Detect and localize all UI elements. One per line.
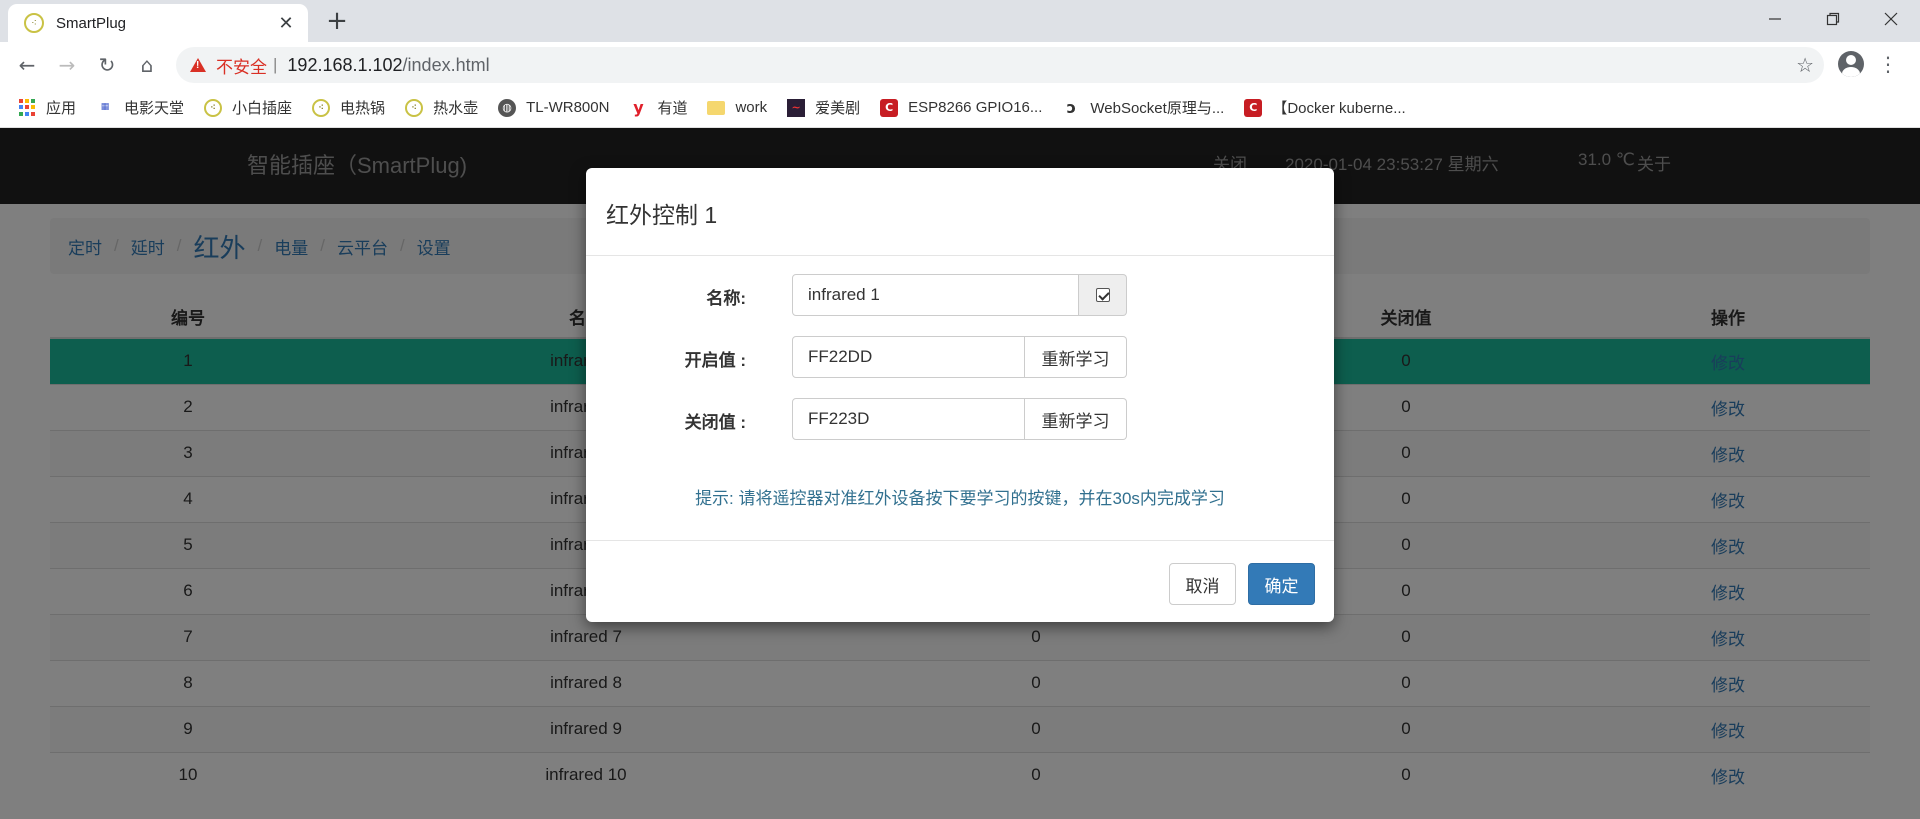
modal-header: 红外控制 1	[586, 168, 1334, 256]
smartplug-icon: ⁖	[204, 98, 223, 117]
name-enable-addon	[1079, 274, 1127, 316]
url-host: 192.168.1.102	[287, 54, 403, 75]
browser-menu-icon[interactable]: ⋮	[1878, 51, 1898, 79]
url-text: 192.168.1.102/index.html	[287, 55, 489, 76]
bookmark-label: TL-WR800N	[526, 99, 610, 116]
relearn-on-button[interactable]: 重新学习	[1025, 336, 1127, 378]
tab-title: SmartPlug	[56, 14, 127, 32]
bookmark-item[interactable]: ~ 爱美剧	[787, 97, 860, 118]
profile-avatar-icon[interactable]	[1838, 51, 1864, 77]
home-icon[interactable]: ⌂	[132, 50, 162, 80]
browser-tab-strip: ⁖ SmartPlug ✕ +	[0, 0, 1920, 42]
smartplug-icon: ⁖	[312, 98, 331, 117]
bookmark-item[interactable]: work	[707, 99, 767, 116]
smartplug-icon: ⁖	[405, 98, 424, 117]
bookmark-item[interactable]: y 有道	[629, 97, 687, 118]
browser-toolbar: ← → ↻ ⌂ 不安全 | 192.168.1.102/index.html ☆…	[0, 42, 1920, 88]
cancel-button[interactable]: 取消	[1169, 563, 1236, 605]
security-status[interactable]: 不安全	[216, 53, 267, 78]
bookmark-label: 【Docker kuberne...	[1272, 100, 1406, 117]
bookmark-label: ESP8266 GPIO16...	[908, 99, 1043, 116]
enable-checkbox[interactable]	[1095, 288, 1110, 302]
off-value-input[interactable]: FF223D	[792, 398, 1025, 440]
bookmarks-bar: 应用 ▦ 电影天堂 ⁖ 小白插座 ⁖ 电热锅 ⁖ 热水壶 ◍ TL-WR800N y 有道 work ~ 爱美…	[0, 88, 1920, 128]
movie-icon: ▦	[100, 102, 110, 112]
on-value-input[interactable]: FF22DD	[792, 336, 1025, 378]
relearn-off-button[interactable]: 重新学习	[1025, 398, 1127, 440]
restore-window-icon[interactable]	[1810, 2, 1856, 36]
bookmark-item[interactable]: ▦ 电影天堂	[96, 97, 184, 118]
name-label: 名称:	[706, 289, 746, 308]
modal-footer: 取消 确定	[586, 540, 1334, 622]
globe-icon: ◍	[498, 98, 517, 117]
modal-title: 红外控制 1	[606, 202, 718, 228]
close-tab-icon[interactable]: ✕	[276, 13, 296, 34]
off-value-label: 关闭值 :	[684, 413, 746, 432]
bookmark-label: 爱美剧	[815, 100, 861, 117]
bookmark-item[interactable]: ⁖ 小白插座	[204, 97, 292, 118]
browser-tab[interactable]: ⁖ SmartPlug ✕	[8, 4, 308, 42]
forward-arrow-icon[interactable]: →	[52, 50, 82, 80]
bookmark-label: 电影天堂	[124, 100, 185, 117]
confirm-button[interactable]: 确定	[1248, 563, 1315, 605]
bookmark-star-icon[interactable]: ☆	[1796, 53, 1814, 77]
name-input[interactable]: infrared 1	[792, 274, 1079, 316]
learning-hint: 提示: 请将遥控器对准红外设备按下要学习的按键，并在30s内完成学习	[695, 489, 1225, 508]
bookmark-label: 有道	[657, 100, 688, 117]
address-bar[interactable]: 不安全 | 192.168.1.102/index.html ☆	[176, 47, 1824, 83]
bookmark-item[interactable]: ↄ WebSocket原理与...	[1062, 97, 1225, 118]
apps-icon	[18, 98, 36, 117]
csdn-icon: C	[1244, 98, 1263, 117]
bookmark-label: WebSocket原理与...	[1090, 100, 1225, 117]
bookmark-item[interactable]: ⁖ 热水壶	[405, 97, 478, 118]
off-value-row: 关闭值 : FF223D 重新学习	[586, 398, 1334, 440]
bookmark-item[interactable]: 应用	[18, 97, 76, 118]
address-separator: |	[273, 55, 278, 74]
bookmark-label: 应用	[46, 100, 77, 117]
infrared-control-dialog: 红外控制 1 名称: infrared 1 开启值 : FF22DD 重新学习 …	[586, 168, 1334, 622]
on-value-label: 开启值 :	[684, 351, 746, 370]
bookmark-item[interactable]: C 【Docker kuberne...	[1244, 97, 1406, 118]
minimize-window-icon[interactable]	[1752, 2, 1798, 36]
url-path: /index.html	[402, 54, 490, 75]
folder-icon	[707, 100, 726, 115]
bookmark-label: 小白插座	[232, 100, 293, 117]
bookmark-item[interactable]: C ESP8266 GPIO16...	[880, 98, 1043, 117]
smartplug-icon: ⁖	[24, 13, 44, 33]
name-row: 名称: infrared 1	[586, 274, 1334, 316]
back-arrow-icon[interactable]: ←	[12, 50, 42, 80]
close-window-icon[interactable]	[1868, 2, 1914, 36]
on-value-row: 开启值 : FF22DD 重新学习	[586, 336, 1334, 378]
bookmark-label: work	[735, 99, 768, 116]
warning-icon	[190, 58, 206, 72]
bookmark-label: 热水壶	[433, 100, 479, 117]
websocket-icon: ↄ	[1066, 98, 1077, 117]
bookmark-item[interactable]: ⁖ 电热锅	[312, 97, 385, 118]
youdao-icon: y	[633, 98, 644, 117]
csdn-icon: C	[880, 98, 899, 117]
bookmark-label: 电热锅	[340, 100, 386, 117]
aimeiju-icon: ~	[787, 98, 806, 117]
new-tab-icon[interactable]: +	[322, 7, 352, 37]
bookmark-item[interactable]: ◍ TL-WR800N	[498, 98, 610, 117]
reload-icon[interactable]: ↻	[92, 50, 122, 80]
